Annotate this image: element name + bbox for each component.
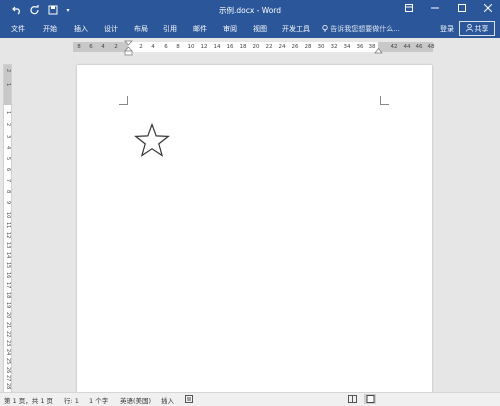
ruler-tick: 26: [291, 44, 299, 50]
vruler-tick: 2: [5, 123, 11, 127]
tab-mailings[interactable]: 邮件: [193, 24, 207, 34]
star-shape[interactable]: [134, 123, 170, 157]
vruler-tick: 11: [5, 222, 11, 229]
vruler-tick: 15: [5, 262, 11, 269]
vertical-scrollbar[interactable]: [487, 54, 497, 392]
ruler-tick: 36: [356, 44, 364, 50]
ruler-tick: 6: [164, 44, 168, 50]
tab-design[interactable]: 设计: [104, 24, 118, 34]
vruler-tick: 19: [5, 302, 11, 309]
title-bar: ▾ 示例.docx - Word: [0, 0, 500, 20]
vruler-tick: 18: [5, 292, 11, 299]
ruler-tick: 20: [252, 44, 260, 50]
ruler-tick: 8: [77, 44, 81, 50]
ruler-tick: 8: [176, 44, 180, 50]
vruler-tick: 27: [5, 375, 11, 382]
tab-insert[interactable]: 插入: [74, 24, 88, 34]
vruler-tick: 16: [5, 272, 11, 279]
ruler-tick: 22: [265, 44, 273, 50]
vruler-tick: 9: [5, 201, 11, 205]
vruler-tick: 24: [5, 349, 11, 356]
macro-record-icon[interactable]: [185, 395, 193, 405]
vruler-tick: 26: [5, 367, 11, 374]
ruler-tick: 10: [187, 44, 195, 50]
print-layout-icon[interactable]: [364, 394, 376, 404]
vruler-tick: 25: [5, 358, 11, 365]
vruler-tick: 1: [5, 111, 11, 115]
vruler-tick: 10: [5, 212, 11, 219]
vruler-tick: 22: [5, 331, 11, 338]
vruler-tick: 20: [5, 312, 11, 319]
vruler-tick: 13: [5, 242, 11, 249]
vruler-tick: 3: [5, 135, 11, 139]
ruler-tick: 14: [213, 44, 221, 50]
insert-mode[interactable]: 插入: [161, 395, 174, 405]
vruler-tick: 17: [5, 282, 11, 289]
ruler-tick: 24: [278, 44, 286, 50]
person-icon: [465, 23, 473, 34]
ruler-ticks: 8 6 4 2 2 4 6 8 10 12 14 16 18 20 22 24 …: [0, 42, 500, 52]
vruler-tick: 6: [5, 168, 11, 172]
ruler-tick: 2: [139, 44, 143, 50]
tab-view[interactable]: 视图: [253, 24, 267, 34]
ruler-tick: 4: [151, 44, 155, 50]
vruler-tick: 1: [5, 83, 11, 87]
tell-me-label: 告诉我您想要做什么...: [330, 25, 400, 33]
vruler-tick: 12: [5, 232, 11, 239]
ruler-tick: 6: [89, 44, 93, 50]
ruler-tick: 16: [226, 44, 234, 50]
tab-review[interactable]: 审阅: [223, 24, 237, 34]
ruler-tick: 18: [239, 44, 247, 50]
vruler-tick: 23: [5, 340, 11, 347]
share-button[interactable]: 共享: [459, 21, 495, 36]
ruler-tick: 48: [427, 44, 435, 50]
ruler-tick: 28: [304, 44, 312, 50]
read-mode-icon[interactable]: [348, 395, 357, 405]
ruler-tick: 42: [390, 44, 398, 50]
tab-home[interactable]: 开始: [43, 24, 57, 34]
status-bar: 第 1 页，共 1 页 行: 1 1 个字 英语(美国) 插入: [0, 392, 500, 406]
vruler-tick: 7: [5, 179, 11, 183]
ruler-tick: 34: [343, 44, 351, 50]
ruler-tick: 4: [101, 44, 105, 50]
page-count[interactable]: 第 1 页，共 1 页: [4, 395, 53, 405]
tab-references[interactable]: 引用: [163, 24, 177, 34]
ruler-tick: 2: [114, 44, 118, 50]
tab-developer[interactable]: 开发工具: [282, 24, 310, 34]
vruler-tick: 14: [5, 252, 11, 259]
ribbon-tabs: 文件 开始 插入 设计 布局 引用 邮件 审阅 视图 开发工具 告诉我您想要做什…: [0, 20, 500, 38]
ruler-tick: 46: [415, 44, 423, 50]
tell-me-search[interactable]: 告诉我您想要做什么...: [322, 24, 400, 34]
ruler-tick: 44: [403, 44, 411, 50]
left-indent-marker[interactable]: [124, 40, 133, 56]
ruler-tick: 32: [330, 44, 338, 50]
vertical-ruler[interactable]: 2 1 1 2 3 4 5 6 7 8 9 10 11 12 13 14 15 …: [3, 64, 12, 394]
ribbon-display-icon[interactable]: [402, 3, 416, 17]
vruler-tick: 2: [5, 69, 11, 73]
minimize-icon[interactable]: [428, 3, 442, 17]
ruler-tick: 12: [200, 44, 208, 50]
right-indent-marker[interactable]: [374, 47, 383, 55]
language[interactable]: 英语(美国): [120, 395, 151, 405]
window-title: 示例.docx - Word: [218, 6, 282, 15]
line-number[interactable]: 行: 1: [64, 395, 79, 405]
document-page[interactable]: [77, 65, 432, 395]
margin-corner-top-right: [380, 96, 389, 105]
close-icon[interactable]: [481, 3, 495, 17]
vruler-tick: 5: [5, 157, 11, 161]
vruler-tick: 28: [5, 383, 11, 390]
tab-layout[interactable]: 布局: [134, 24, 148, 34]
word-count[interactable]: 1 个字: [89, 395, 108, 405]
tab-file[interactable]: 文件: [11, 24, 25, 34]
maximize-icon[interactable]: [455, 3, 469, 17]
login-button[interactable]: 登录: [440, 24, 454, 34]
margin-corner-top-left: [119, 96, 128, 105]
vruler-tick: 21: [5, 322, 11, 329]
ruler-tick: 30: [317, 44, 325, 50]
share-label: 共享: [474, 24, 489, 33]
lightbulb-icon: [322, 24, 330, 33]
vruler-tick: 8: [5, 190, 11, 194]
vruler-tick: 4: [5, 146, 11, 150]
